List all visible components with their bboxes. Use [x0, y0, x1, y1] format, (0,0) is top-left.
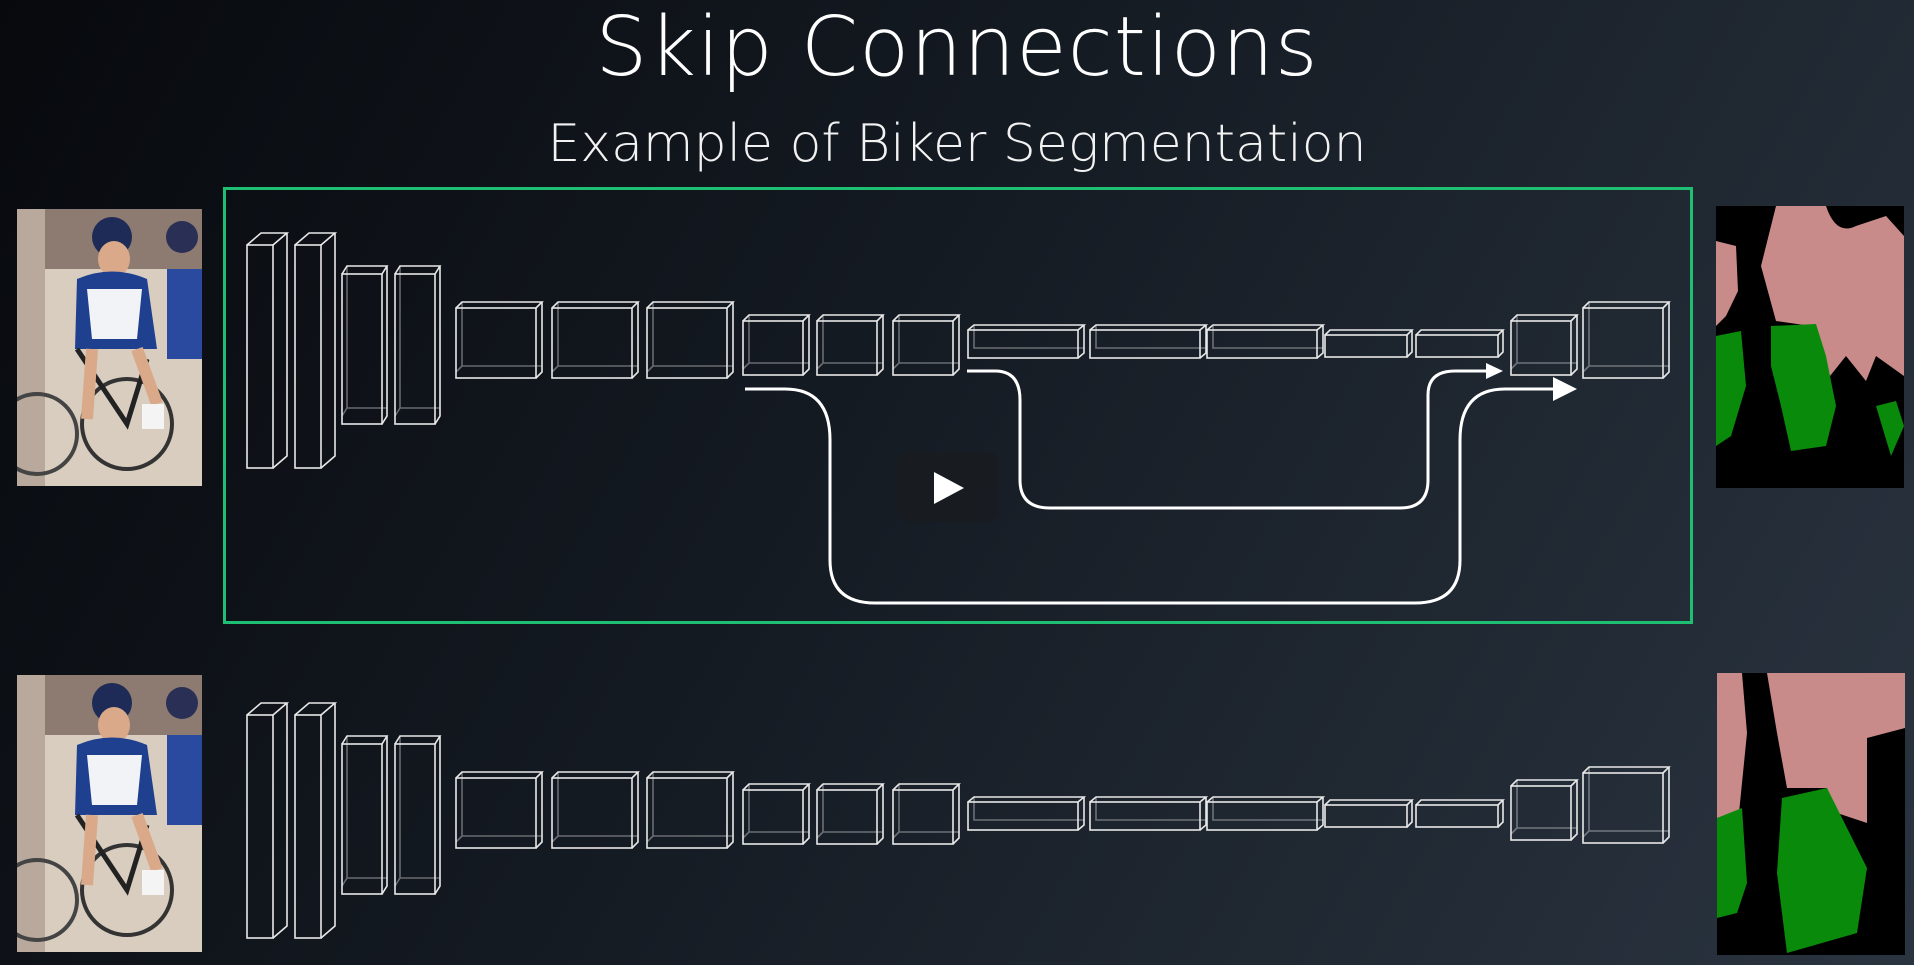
play-icon — [934, 472, 964, 504]
skip-arrow-inner — [967, 369, 1486, 510]
network-bottom-row — [246, 702, 1670, 939]
skip-connection-arrows — [745, 369, 1560, 605]
skip-arrow-outer — [745, 387, 1560, 605]
arrow-head-inner — [1486, 363, 1503, 379]
video-play-button[interactable] — [897, 452, 999, 522]
network-top-row — [246, 232, 1670, 469]
arrow-head-outer — [1553, 377, 1577, 401]
